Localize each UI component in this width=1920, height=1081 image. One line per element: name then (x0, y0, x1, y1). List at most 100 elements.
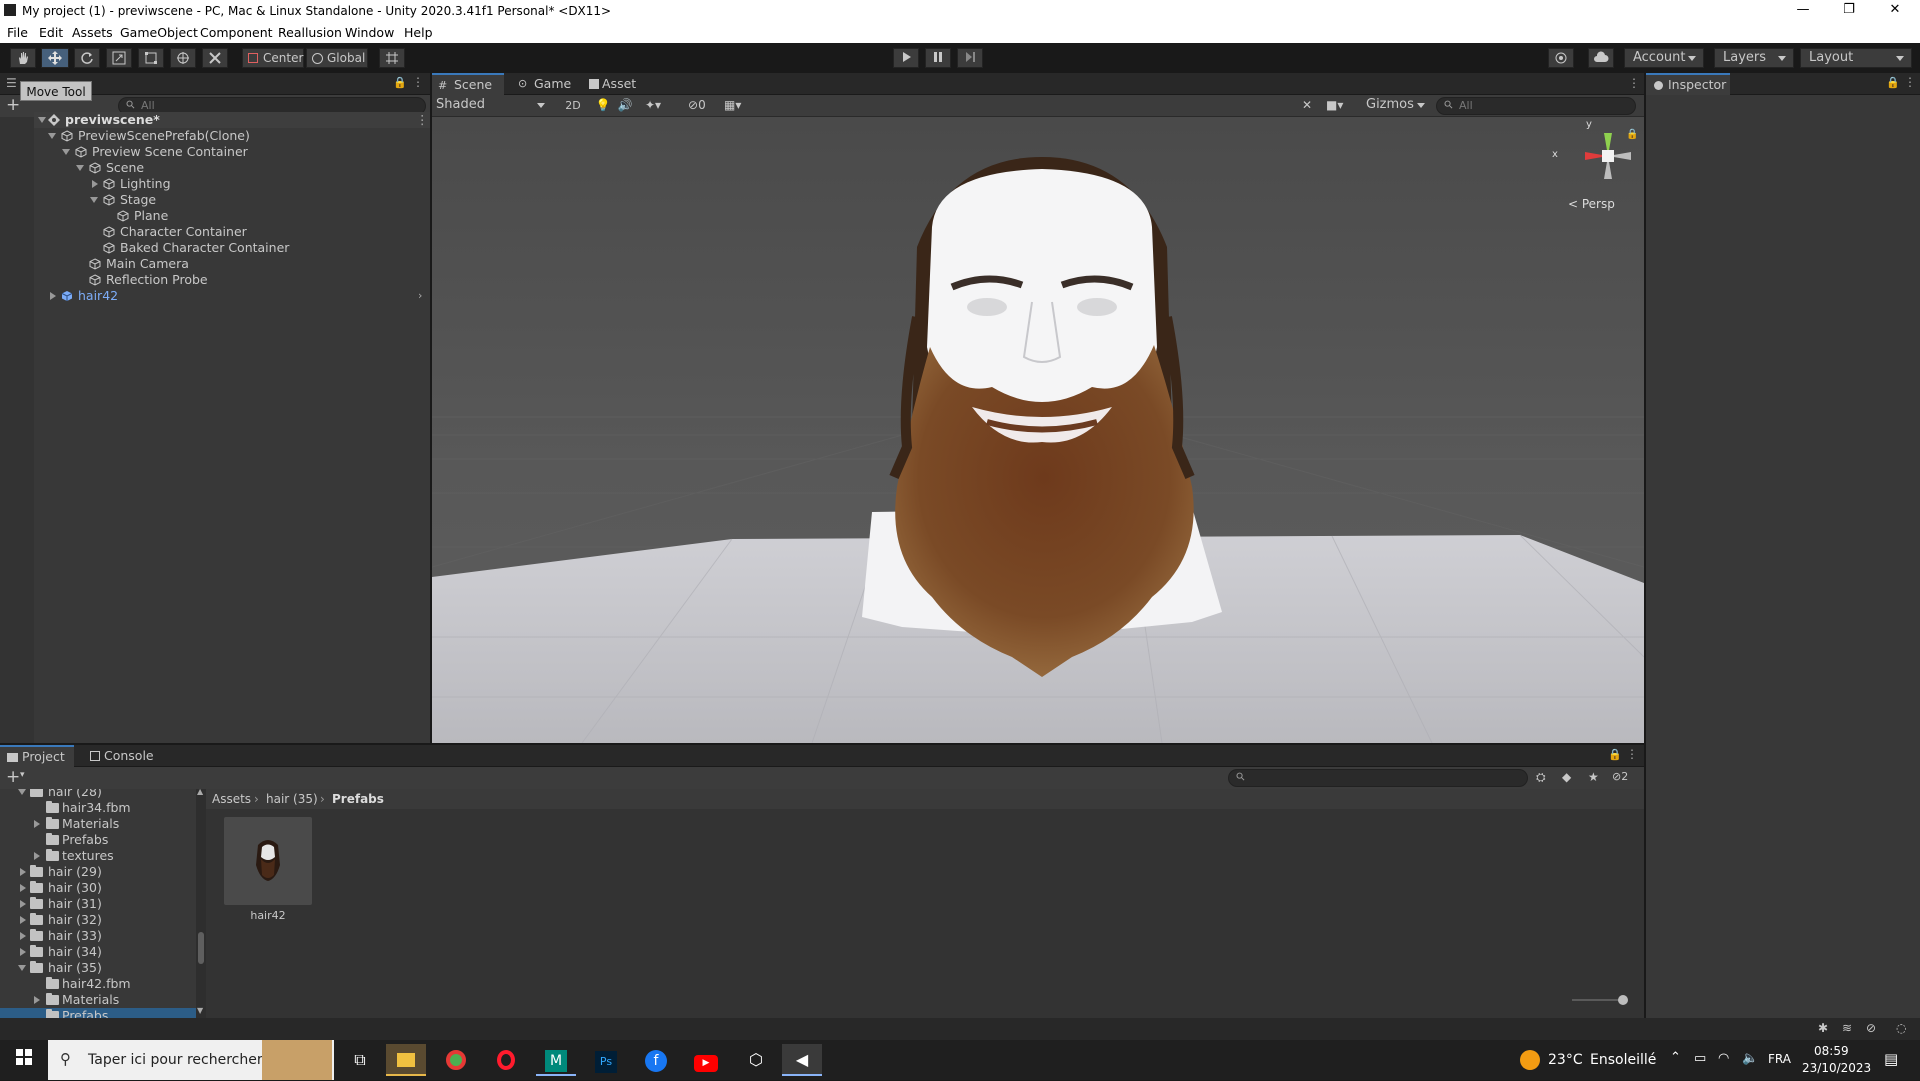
wifi-icon[interactable]: ◠ (1718, 1051, 1729, 1066)
asset-thumbnail[interactable] (224, 817, 312, 905)
hierarchy-item[interactable]: Scene (34, 160, 430, 176)
camera-dropdown-icon[interactable]: ■▾ (1326, 97, 1356, 114)
rotate-tool-button[interactable] (74, 48, 100, 68)
grid-snap-button[interactable] (379, 48, 405, 68)
folder-row[interactable]: hair (35) (0, 960, 196, 976)
hierarchy-item[interactable]: Baked Character Container (34, 240, 430, 256)
hierarchy-item[interactable]: Stage (34, 192, 430, 208)
menu-file[interactable]: File (7, 25, 28, 40)
folder-row[interactable]: hair (31) (0, 896, 196, 912)
hierarchy-menu-icon[interactable]: ☰ (6, 76, 17, 90)
slider-thumb[interactable] (1618, 995, 1628, 1005)
step-button[interactable] (957, 48, 983, 68)
task-view-icon[interactable]: ⧉ (340, 1044, 380, 1076)
device-icon[interactable]: ▭ (1694, 1051, 1706, 1066)
breadcrumb-item[interactable]: Assets (212, 792, 251, 806)
menu-edit[interactable]: Edit (39, 25, 63, 40)
collab-button[interactable] (1548, 48, 1574, 68)
gizmo-lock-icon[interactable]: 🔒 (1626, 129, 1638, 140)
projection-label[interactable]: < Persp (1568, 197, 1615, 211)
expand-arrow-icon[interactable] (18, 789, 26, 795)
menu-component[interactable]: Component (200, 25, 273, 40)
hierarchy-item[interactable]: Character Container (34, 224, 430, 240)
tab-game[interactable]: ⊙ Game (512, 73, 574, 95)
auto-generate-icon[interactable]: ⊘ (1866, 1021, 1876, 1035)
unity-hub-icon[interactable]: ⬡ (736, 1044, 776, 1076)
close-button[interactable]: ✕ (1872, 0, 1918, 22)
menu-reallusion[interactable]: Reallusion (278, 25, 342, 40)
play-button[interactable] (893, 48, 919, 68)
menu-window[interactable]: Window (345, 25, 394, 40)
hidden-objects-button[interactable]: ⊘0 (688, 97, 718, 114)
effects-dropdown-icon[interactable]: ✦▾ (638, 97, 668, 114)
folder-row[interactable]: hair (28) (0, 789, 196, 800)
file-explorer-icon[interactable] (386, 1044, 426, 1076)
menu-assets[interactable]: Assets (72, 25, 113, 40)
menu-gameobject[interactable]: GameObject (120, 25, 198, 40)
tab-asset-store[interactable]: Asset Store (580, 73, 670, 113)
grid-dropdown-icon[interactable]: ▦▾ (724, 97, 758, 114)
scroll-down-icon[interactable]: ▼ (197, 1006, 203, 1015)
tab-scene[interactable]: # Scene (432, 73, 504, 95)
custom-tool-button[interactable] (202, 48, 228, 68)
opera-icon[interactable] (486, 1044, 526, 1076)
star-icon[interactable]: ★ (1588, 770, 1599, 784)
expand-arrow-icon[interactable] (38, 117, 46, 123)
hierarchy-item[interactable]: Reflection Probe (34, 272, 430, 288)
lock-icon[interactable]: 🔒 (1608, 748, 1622, 761)
transform-tool-button[interactable] (170, 48, 196, 68)
hidden-packages-button[interactable]: ⊘2 (1612, 770, 1628, 783)
chrome-icon[interactable] (436, 1044, 476, 1076)
folder-row[interactable]: Prefabs (0, 832, 196, 848)
thumbnail-size-slider[interactable] (1572, 995, 1628, 1005)
panel-divider[interactable] (1644, 73, 1646, 1018)
expand-arrow-icon[interactable] (62, 149, 70, 155)
language-indicator[interactable]: FRA (1768, 1052, 1791, 1066)
pause-button[interactable] (925, 48, 951, 68)
photoshop-icon[interactable]: Ps (586, 1044, 626, 1076)
taskbar-search-box[interactable]: ⚲ Taper ici pour rechercher (48, 1040, 334, 1080)
collapse-arrow-icon[interactable] (20, 932, 26, 940)
facebook-icon[interactable]: f (636, 1044, 676, 1076)
folder-row[interactable]: textures (0, 848, 196, 864)
collapse-arrow-icon[interactable] (34, 852, 40, 860)
global-space-button[interactable]: Global (306, 48, 368, 68)
gizmos-dropdown[interactable]: Gizmos (1362, 96, 1432, 116)
unity-editor-icon[interactable]: ◀ (782, 1044, 822, 1076)
folder-row-selected[interactable]: Prefabs (0, 1008, 196, 1018)
rect-tool-button[interactable] (138, 48, 164, 68)
collapse-arrow-icon[interactable] (50, 292, 56, 300)
restore-button[interactable]: ❐ (1826, 0, 1872, 22)
chevron-right-icon[interactable]: › (418, 288, 422, 304)
folder-row[interactable]: hair34.fbm (0, 800, 196, 816)
minimize-button[interactable]: — (1780, 0, 1826, 22)
layout-dropdown[interactable]: Layout (1800, 48, 1912, 68)
label-icon[interactable]: ◆ (1562, 770, 1571, 784)
cache-icon[interactable]: ≋ (1842, 1021, 1852, 1035)
folder-row[interactable]: hair (29) (0, 864, 196, 880)
chevron-up-icon[interactable]: ⌃ (1670, 1050, 1681, 1065)
tab-console[interactable]: Console (82, 745, 162, 767)
breadcrumb-item-current[interactable]: Prefabs (332, 792, 384, 806)
weather-temperature[interactable]: 23°C (1548, 1052, 1583, 1068)
add-icon[interactable]: + (6, 95, 20, 115)
windows-start-icon[interactable] (4, 1044, 44, 1076)
lock-icon[interactable]: 🔒 (1886, 76, 1900, 89)
expand-arrow-icon[interactable] (18, 965, 26, 971)
folder-row[interactable]: hair (34) (0, 944, 196, 960)
2d-toggle-button[interactable]: 2D (560, 97, 586, 114)
folder-row[interactable]: Materials (0, 816, 196, 832)
hierarchy-item[interactable]: Main Camera (34, 256, 430, 272)
scrollbar-thumb[interactable] (198, 932, 204, 964)
app-m-icon[interactable]: M (536, 1044, 576, 1076)
hierarchy-item[interactable]: Preview Scene Container (34, 144, 430, 160)
kebab-menu-icon[interactable]: ⋮ (1628, 76, 1640, 90)
collapse-arrow-icon[interactable] (20, 916, 26, 924)
weather-description[interactable]: Ensoleillé (1590, 1052, 1656, 1068)
scroll-up-icon[interactable]: ▲ (197, 787, 203, 796)
collapse-arrow-icon[interactable] (20, 868, 26, 876)
breadcrumb-item[interactable]: hair (35) (266, 792, 318, 806)
scale-tool-button[interactable] (106, 48, 132, 68)
shading-mode-dropdown[interactable]: Shaded (432, 96, 552, 116)
scene-viewport[interactable]: y x 🔒 < Persp (432, 117, 1644, 743)
